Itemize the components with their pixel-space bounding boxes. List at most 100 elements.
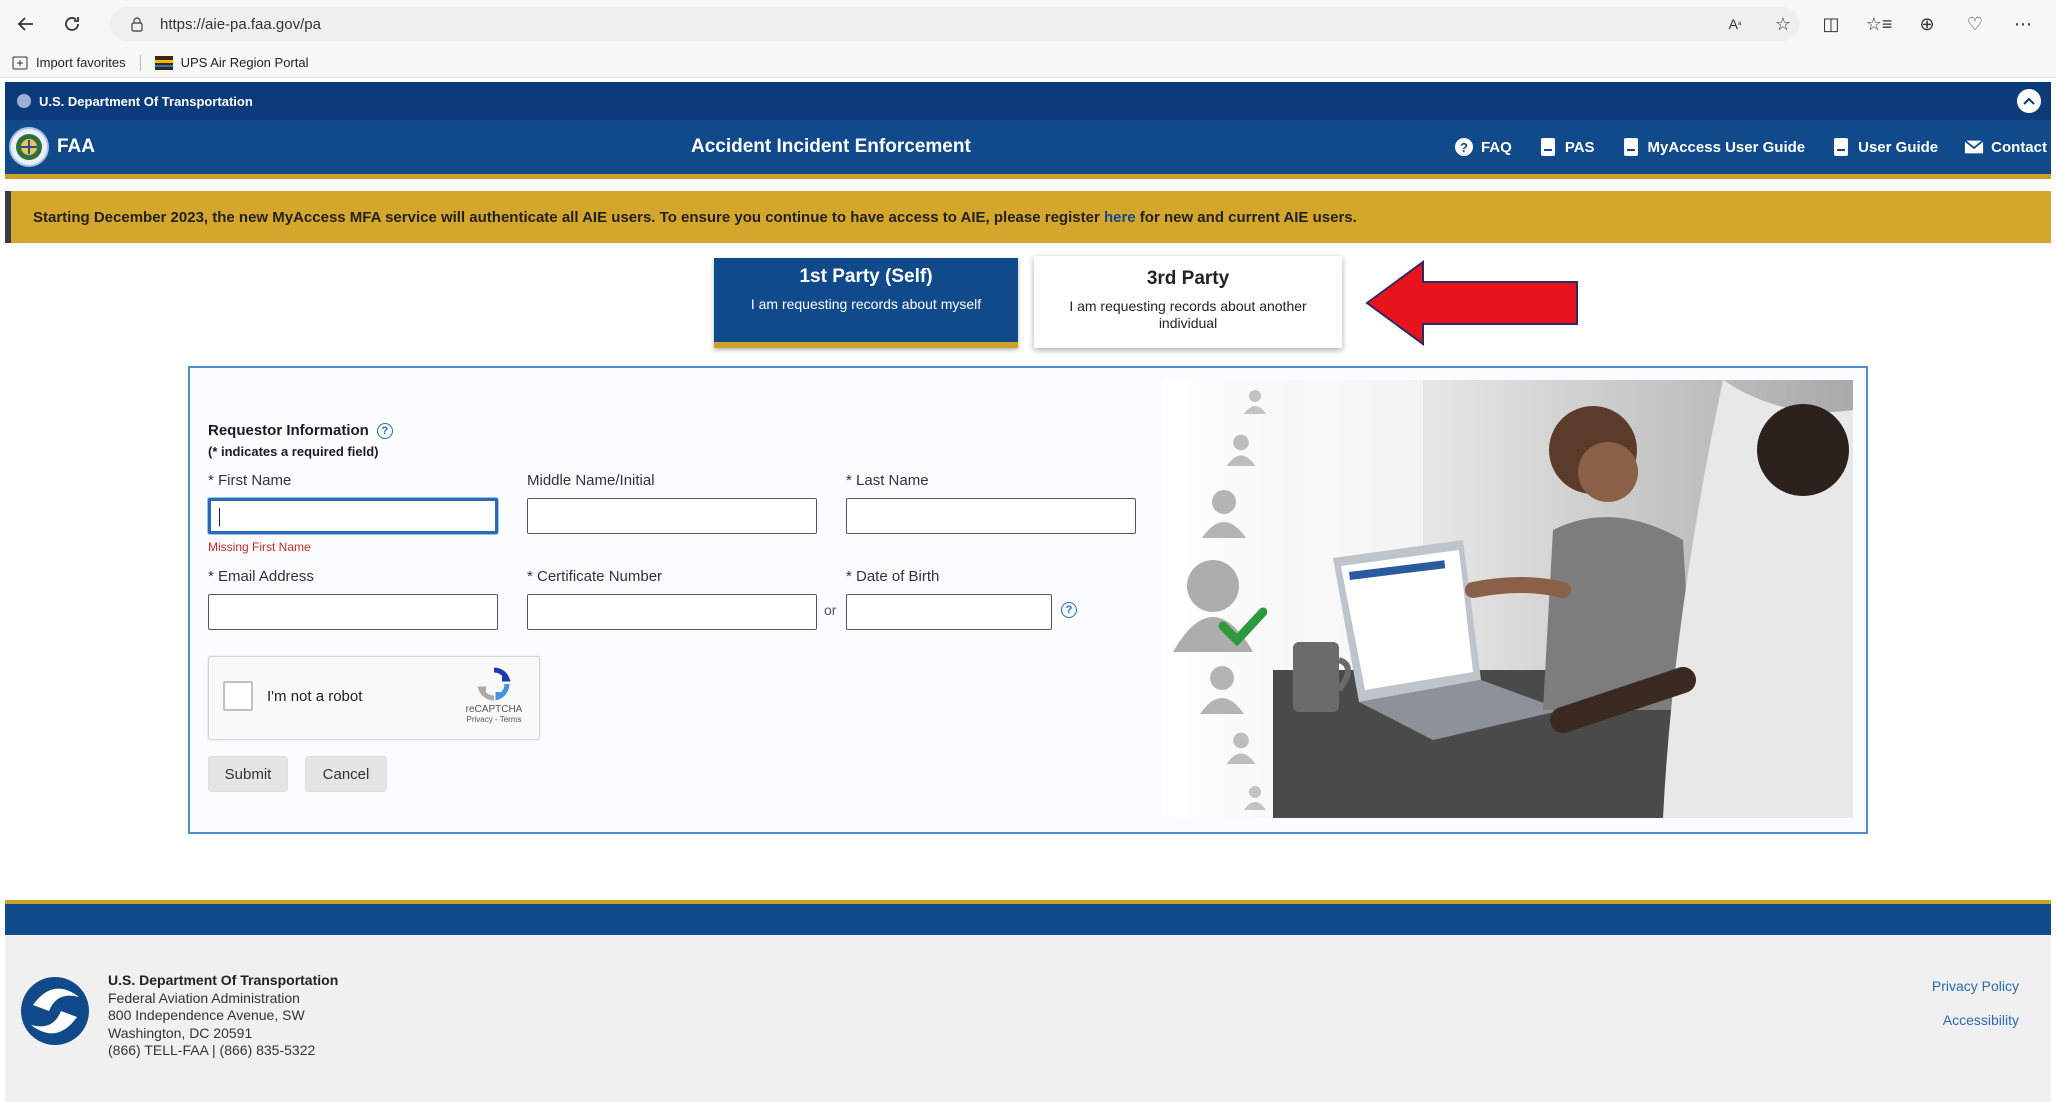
- party-tabs: 1st Party (Self) I am requesting records…: [714, 256, 1342, 348]
- tab-third-party-title: 3rd Party: [1146, 268, 1230, 289]
- svg-text:?: ?: [1460, 140, 1468, 155]
- or-separator: or: [824, 602, 837, 618]
- nav-pas-label: PAS: [1564, 138, 1595, 156]
- mfa-notice: Starting December 2023, the new MyAccess…: [5, 191, 2051, 243]
- favorites-divider: [139, 54, 141, 71]
- person-icon: [1226, 732, 1256, 764]
- middle-name-label: Middle Name/Initial: [527, 472, 655, 489]
- recaptcha-checkbox[interactable]: [223, 681, 253, 711]
- browser-essentials-icon[interactable]: ♡: [1962, 11, 1988, 37]
- last-name-label: * Last Name: [846, 472, 929, 489]
- nav-contact-label: Contact: [1991, 138, 2047, 156]
- nav-user-guide[interactable]: User Guide: [1831, 137, 1938, 157]
- accessibility-link[interactable]: Accessibility: [1932, 1003, 2019, 1037]
- dob-input[interactable]: [846, 594, 1052, 630]
- favorite-star-icon[interactable]: ☆: [1770, 11, 1796, 37]
- requestor-info-title: Requestor Information: [208, 422, 369, 439]
- footer-agency: Federal Aviation Administration: [108, 989, 300, 1006]
- url-text[interactable]: https://aie-pa.faa.gov/pa: [160, 16, 321, 33]
- footer-city: Washington, DC 20591: [108, 1024, 253, 1041]
- email-input[interactable]: [208, 594, 498, 630]
- browser-toolbar: https://aie-pa.faa.gov/pa Aᵃ ☆ ◫ ☆≡ ⊕ ♡ …: [0, 0, 2056, 48]
- tab-first-party-title: 1st Party (Self): [799, 266, 933, 287]
- dot-banner: U.S. Department Of Transportation: [5, 82, 2051, 120]
- requestor-info-heading: Requestor Information ?: [208, 422, 393, 439]
- nav-myaccess-guide-label: MyAccess User Guide: [1647, 138, 1806, 156]
- import-favorites-label: Import favorites: [36, 55, 126, 70]
- split-screen-icon[interactable]: ◫: [1818, 11, 1844, 37]
- footer-org: U.S. Department Of Transportation: [108, 972, 339, 988]
- dob-label: * Date of Birth: [846, 568, 940, 585]
- notice-register-link[interactable]: here: [1104, 209, 1136, 226]
- nav-faq[interactable]: ? FAQ: [1454, 137, 1512, 157]
- faa-header: FAA Accident Incident Enforcement ? FAQ …: [5, 120, 2051, 179]
- recaptcha-label: I'm not a robot: [267, 688, 363, 705]
- nav-pas[interactable]: PAS: [1538, 137, 1595, 157]
- ups-portal-label: UPS Air Region Portal: [180, 55, 309, 70]
- footer-phone: (866) TELL-FAA | (866) 835-5322: [108, 1042, 316, 1058]
- header-nav: ? FAQ PAS MyAccess User Guide User Guide…: [1454, 137, 2047, 157]
- address-bar[interactable]: https://aie-pa.faa.gov/pa: [110, 7, 1800, 41]
- refresh-icon[interactable]: [52, 4, 92, 44]
- recaptcha-widget: I'm not a robot reCAPTCHA Privacy - Term…: [208, 656, 540, 740]
- back-icon[interactable]: [6, 4, 46, 44]
- ups-logo-icon: [154, 55, 173, 70]
- verified-person-icon: [1173, 560, 1267, 652]
- tab-third-party[interactable]: 3rd Party I am requesting records about …: [1034, 256, 1342, 348]
- text-caret: [219, 508, 220, 526]
- footer-address: U.S. Department Of Transportation Federa…: [108, 972, 338, 1060]
- person-icon: [1244, 390, 1266, 414]
- nav-user-guide-label: User Guide: [1858, 138, 1939, 156]
- recaptcha-icon: [477, 667, 511, 701]
- document-icon: [1831, 137, 1851, 157]
- first-name-input[interactable]: [208, 498, 498, 534]
- dob-help-icon[interactable]: ?: [1061, 602, 1077, 618]
- lock-icon[interactable]: [128, 15, 146, 33]
- person-icon: [1244, 786, 1266, 810]
- cancel-button[interactable]: Cancel: [305, 756, 387, 792]
- app-title: Accident Incident Enforcement: [691, 136, 971, 157]
- footer-links: Privacy Policy Accessibility: [1932, 969, 2019, 1037]
- person-icon: [1202, 490, 1246, 538]
- last-name-input[interactable]: [846, 498, 1136, 534]
- certificate-label: * Certificate Number: [527, 568, 663, 585]
- certificate-input[interactable]: [527, 594, 817, 630]
- help-circle-icon[interactable]: ?: [376, 422, 393, 439]
- favorites-list-icon[interactable]: ☆≡: [1866, 11, 1893, 37]
- nav-myaccess-guide[interactable]: MyAccess User Guide: [1621, 137, 1806, 157]
- footer-street: 800 Independence Avenue, SW: [108, 1007, 305, 1023]
- envelope-icon: [1964, 137, 1984, 157]
- nav-faq-label: FAQ: [1480, 138, 1512, 156]
- footer-stripe: [5, 900, 2051, 935]
- notice-text-before: Starting December 2023, the new MyAccess…: [33, 208, 1104, 226]
- read-aloud-icon[interactable]: Aᵃ: [1722, 11, 1748, 37]
- middle-name-input[interactable]: [527, 498, 817, 534]
- person-icon: [1226, 434, 1256, 466]
- privacy-policy-link[interactable]: Privacy Policy: [1932, 969, 2019, 1003]
- recaptcha-logo: reCAPTCHA Privacy - Terms: [463, 667, 525, 724]
- faa-logo[interactable]: FAA: [9, 127, 95, 167]
- red-arrow-annotation: [1365, 260, 1578, 346]
- import-favorites-link[interactable]: Import favorites: [12, 55, 126, 70]
- more-menu-icon[interactable]: ⋯: [2010, 11, 2036, 37]
- faa-logo-text: FAA: [57, 136, 95, 157]
- collapse-banner-button[interactable]: [2017, 89, 2041, 113]
- dot-seal-icon: [17, 94, 31, 108]
- ups-portal-link[interactable]: UPS Air Region Portal: [154, 55, 309, 70]
- dot-logo-icon: [21, 977, 89, 1045]
- collections-icon[interactable]: ⊕: [1914, 11, 1940, 37]
- nav-contact[interactable]: Contact: [1964, 137, 2047, 157]
- tab-third-party-subtitle: I am requesting records about another in…: [1069, 298, 1307, 331]
- site-footer: U.S. Department Of Transportation Federa…: [5, 935, 2051, 1102]
- submit-button[interactable]: Submit: [208, 756, 288, 792]
- email-label: * Email Address: [208, 568, 314, 585]
- notice-text-after: for new and current AIE users.: [1135, 208, 1357, 226]
- recaptcha-brand: reCAPTCHA: [465, 704, 523, 715]
- tab-first-party[interactable]: 1st Party (Self) I am requesting records…: [714, 258, 1018, 348]
- person-icon: [1200, 666, 1244, 714]
- document-icon: [1538, 137, 1558, 157]
- dot-banner-text: U.S. Department Of Transportation: [39, 93, 253, 109]
- question-circle-icon: ?: [1454, 137, 1474, 157]
- recaptcha-terms[interactable]: Privacy - Terms: [463, 715, 525, 724]
- document-icon: [1621, 137, 1641, 157]
